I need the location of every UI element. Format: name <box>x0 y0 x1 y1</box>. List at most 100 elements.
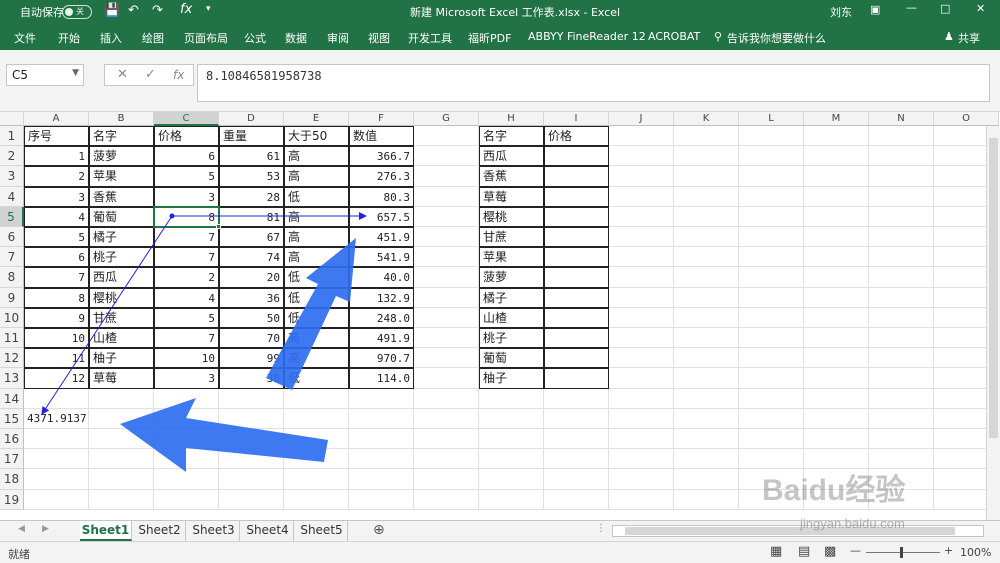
grid-cell[interactable] <box>674 186 739 207</box>
table2-price-cell[interactable] <box>544 227 609 248</box>
grid-cell[interactable] <box>609 469 674 490</box>
column-header-a[interactable]: A <box>24 112 89 126</box>
table1-cell[interactable]: 桃子 <box>89 247 154 268</box>
table1-cell[interactable]: 低 <box>284 186 349 207</box>
table1-cell[interactable]: 657.5 <box>349 206 414 227</box>
undo-icon[interactable]: ↶ <box>128 3 139 18</box>
grid-cell[interactable] <box>479 388 544 409</box>
grid-cell[interactable] <box>739 348 804 369</box>
page-layout-view-icon[interactable]: ▤ <box>798 544 810 559</box>
table2-name-cell[interactable]: 樱桃 <box>479 206 544 227</box>
grid-cell[interactable] <box>349 449 414 470</box>
table1-cell[interactable]: 橘子 <box>89 227 154 248</box>
vertical-scrollbar[interactable] <box>986 126 1000 520</box>
table2-price-cell[interactable] <box>544 348 609 369</box>
grid-cell[interactable] <box>739 368 804 389</box>
table1-cell[interactable]: 高 <box>284 166 349 187</box>
row-header-3[interactable]: 3 <box>0 166 24 187</box>
horizontal-scrollbar[interactable] <box>612 525 984 537</box>
table1-cell[interactable]: 7 <box>154 328 219 349</box>
table1-cell[interactable]: 10 <box>24 328 89 349</box>
column-header-m[interactable]: M <box>804 112 869 126</box>
grid-cell[interactable] <box>414 287 479 308</box>
table1-header-cell[interactable]: 大于50 <box>284 126 349 147</box>
worksheet-grid[interactable]: A B C D E F G H I J K L M N O 1 2 3 4 5 6 7 8 9 10 11 12 13 14 15 16 17… <box>0 112 1000 520</box>
grid-cell[interactable] <box>544 469 609 490</box>
grid-cell[interactable] <box>674 388 739 409</box>
grid-cell[interactable] <box>284 429 349 450</box>
grid-cell[interactable] <box>544 388 609 409</box>
grid-cell[interactable] <box>479 449 544 470</box>
grid-cell[interactable] <box>804 146 869 167</box>
grid-cell[interactable] <box>284 449 349 470</box>
grid-cell[interactable] <box>24 469 89 490</box>
grid-cell[interactable] <box>414 267 479 288</box>
fill-handle[interactable] <box>216 224 221 229</box>
grid-cell[interactable] <box>154 449 219 470</box>
table2-name-cell[interactable]: 菠萝 <box>479 267 544 288</box>
add-sheet-icon[interactable]: ⊕ <box>373 522 385 538</box>
table1-cell[interactable]: 8 <box>154 206 219 227</box>
user-name[interactable]: 刘东 <box>830 4 852 20</box>
grid-cell[interactable] <box>739 408 804 429</box>
grid-cell[interactable] <box>674 206 739 227</box>
grid-cell[interactable] <box>414 348 479 369</box>
table1-cell[interactable]: 3 <box>154 186 219 207</box>
grid-cell[interactable] <box>609 247 674 268</box>
vertical-scroll-thumb[interactable] <box>989 138 998 438</box>
row-header-6[interactable]: 6 <box>0 227 24 248</box>
tab-formulas[interactable]: 公式 <box>244 30 266 46</box>
table1-cell[interactable]: 7 <box>154 247 219 268</box>
grid-cell[interactable] <box>414 247 479 268</box>
grid-cell[interactable] <box>414 489 479 510</box>
grid-cell[interactable] <box>349 388 414 409</box>
grid-cell[interactable] <box>739 469 804 490</box>
grid-cell[interactable] <box>869 227 934 248</box>
grid-cell[interactable] <box>674 287 739 308</box>
grid-cell[interactable] <box>804 307 869 328</box>
zoom-slider[interactable] <box>866 552 940 553</box>
row-header-19[interactable]: 19 <box>0 489 24 510</box>
table2-price-cell[interactable] <box>544 166 609 187</box>
table2-price-cell[interactable] <box>544 287 609 308</box>
table1-cell[interactable]: 甘蔗 <box>89 307 154 328</box>
grid-cell[interactable] <box>609 348 674 369</box>
tab-foxit-pdf[interactable]: 福昕PDF <box>468 30 511 46</box>
column-header-i[interactable]: I <box>544 112 609 126</box>
grid-cell[interactable] <box>349 408 414 429</box>
tab-acrobat[interactable]: ACROBAT <box>648 30 700 43</box>
table2-name-cell[interactable]: 草莓 <box>479 186 544 207</box>
table1-cell[interactable]: 67 <box>219 227 284 248</box>
tell-me-search[interactable]: 告诉我你想要做什么 <box>727 30 826 46</box>
tab-draw[interactable]: 绘图 <box>142 30 164 46</box>
grid-cell[interactable] <box>219 489 284 510</box>
grid-cell[interactable] <box>609 307 674 328</box>
table1-cell[interactable]: 香蕉 <box>89 186 154 207</box>
table2-name-cell[interactable]: 甘蔗 <box>479 227 544 248</box>
table2-price-cell[interactable] <box>544 368 609 389</box>
grid-cell[interactable] <box>804 247 869 268</box>
grid-cell[interactable] <box>349 429 414 450</box>
redo-icon[interactable]: ↷ <box>152 3 163 18</box>
grid-cell[interactable] <box>869 469 934 490</box>
table1-cell[interactable]: 高 <box>284 328 349 349</box>
grid-cell[interactable] <box>674 267 739 288</box>
grid-cell[interactable] <box>869 489 934 510</box>
ribbon-display-icon[interactable]: ▣ <box>870 3 880 16</box>
grid-cell[interactable] <box>739 489 804 510</box>
table1-cell[interactable]: 8 <box>24 287 89 308</box>
chevron-down-icon[interactable]: ▼ <box>72 68 79 78</box>
grid-cell[interactable] <box>739 166 804 187</box>
grid-cell[interactable] <box>479 469 544 490</box>
table1-header-cell[interactable]: 数值 <box>349 126 414 147</box>
grid-cell[interactable] <box>414 328 479 349</box>
row-header-15[interactable]: 15 <box>0 408 24 429</box>
table2-name-cell[interactable]: 桃子 <box>479 328 544 349</box>
table1-cell[interactable]: 366.7 <box>349 146 414 167</box>
tab-insert[interactable]: 插入 <box>100 30 122 46</box>
sheet-tab-4[interactable]: Sheet4 <box>242 521 294 541</box>
table1-cell[interactable]: 11 <box>24 348 89 369</box>
table1-cell[interactable]: 491.9 <box>349 328 414 349</box>
grid-cell[interactable] <box>479 408 544 429</box>
table1-cell[interactable]: 山楂 <box>89 328 154 349</box>
